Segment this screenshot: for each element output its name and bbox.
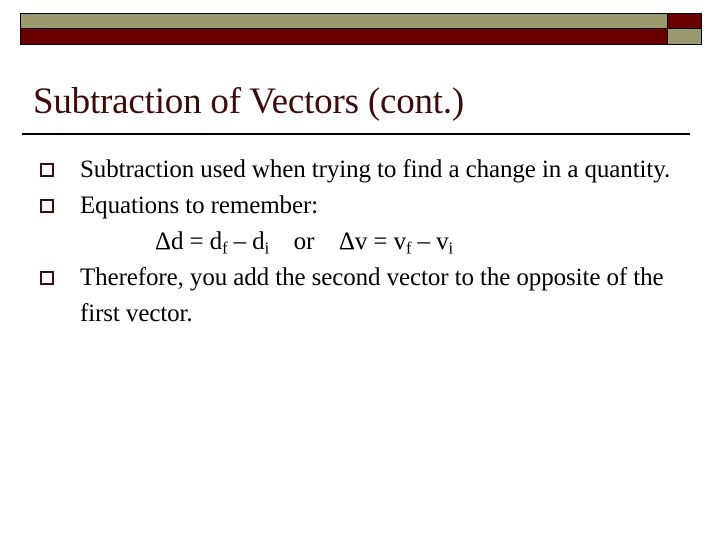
list-item-label: Equations to remember: — [80, 192, 319, 219]
title-divider — [22, 133, 690, 135]
equation-delta-v: Δv = v — [338, 228, 406, 255]
corner-maroon-square-icon — [667, 13, 702, 29]
equation-minus-d: – d — [227, 228, 265, 255]
list-item: Subtraction used when trying to find a c… — [40, 152, 700, 188]
list-item-label: Therefore, you add the second vector to … — [80, 264, 664, 327]
page-title: Subtraction of Vectors (cont.) — [33, 81, 465, 122]
maroon-bar-icon — [20, 28, 668, 45]
olive-bar-icon — [20, 13, 668, 29]
list-item: Equations to remember: — [40, 188, 700, 224]
equation-minus-v: – v — [411, 228, 449, 255]
square-bullet-icon — [40, 271, 54, 285]
list-item: Therefore, you add the second vector to … — [40, 260, 700, 332]
equation-connector: or — [269, 228, 339, 255]
equation-delta-d: Δd = d — [155, 228, 223, 255]
slide: Subtraction of Vectors (cont.) Subtracti… — [0, 0, 720, 540]
header-decoration — [20, 13, 702, 45]
equation-sub-i-right: i — [448, 238, 454, 258]
content-body: Subtraction used when trying to find a c… — [40, 152, 700, 332]
square-bullet-icon — [40, 163, 54, 177]
corner-olive-square-icon — [667, 28, 702, 45]
list-item-label: Subtraction used when trying to find a c… — [80, 156, 671, 183]
equation-line: Δd = df – di or Δv = vf – vi — [40, 224, 700, 260]
square-bullet-icon — [40, 199, 54, 213]
